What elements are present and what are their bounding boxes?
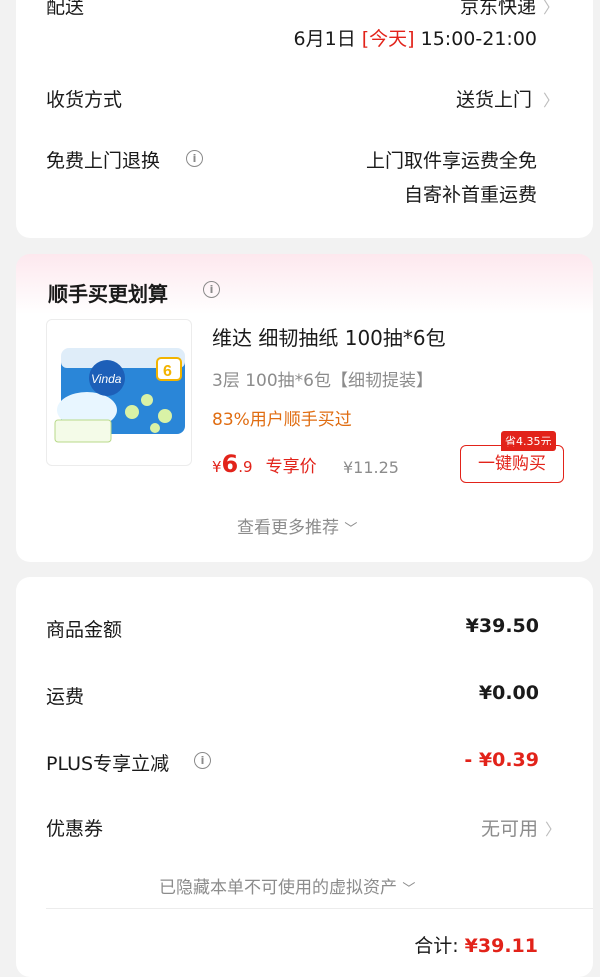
chevron-right-icon: 〉 (542, 0, 559, 17)
product-name[interactable]: 维达 细韧抽纸 100抽*6包 (212, 322, 446, 351)
info-icon[interactable]: i (186, 150, 203, 167)
chevron-down-icon: ﹀ (402, 882, 416, 897)
total-label: 合计: (414, 935, 459, 957)
product-price: ¥6.9 专享价 (212, 450, 317, 478)
price-tag: 专享价 (265, 457, 317, 477)
chevron-right-icon: 〉 (542, 91, 559, 110)
free-return-line2: 自寄补首重运费 (403, 184, 537, 206)
delivery-date: 6月1日 (293, 28, 356, 50)
section-title: 顺手买更划算 (48, 282, 168, 306)
original-price: ¥11.25 (343, 458, 399, 477)
delivery-card: 配送 京东快递 〉 6月1日 [今天] 15:00-21:00 收货方式 送货上… (16, 0, 593, 238)
coupon-value[interactable]: 无可用 (481, 814, 538, 841)
delivery-window: 15:00-21:00 (420, 28, 537, 50)
free-return-label: 免费上门退换 (46, 150, 161, 172)
product-spec: 3层 100抽*6包【细韧提装】 (212, 371, 433, 391)
delivery-label: 配送 (46, 0, 85, 18)
hidden-assets-link[interactable]: 已隐藏本单不可使用的虚拟资产 ﹀ (159, 873, 415, 898)
plus-discount-value: - ¥0.39 (464, 749, 539, 771)
coupon-label: 优惠券 (46, 818, 104, 840)
total: 合计: ¥39.11 (414, 931, 538, 958)
receive-method-label: 收货方式 (46, 89, 123, 111)
chevron-right-icon: 〉 (544, 820, 561, 839)
product-social-proof: 83%用户顺手买过 (212, 410, 352, 430)
goods-amount-value: ¥39.50 (465, 615, 539, 637)
chevron-down-icon: ﹀ (344, 522, 358, 537)
image-count-text: 6 (163, 363, 172, 380)
more-recommend-link[interactable]: 查看更多推荐 ﹀ (237, 513, 357, 538)
info-icon[interactable]: i (203, 281, 220, 298)
buy-button[interactable]: 一键购买 (460, 445, 564, 483)
free-return-line1: 上门取件享运费全免 (365, 150, 537, 172)
receive-method-value[interactable]: 送货上门 (456, 85, 532, 112)
info-icon[interactable]: i (194, 752, 211, 769)
divider (46, 908, 593, 909)
addon-card: 顺手买更划算 i 6 Vinda 维达 细韧抽纸 100抽*6包 3层 100抽… (16, 254, 593, 562)
shipping-value: ¥0.00 (478, 682, 539, 704)
goods-amount-label: 商品金额 (46, 619, 123, 641)
product-image[interactable]: 6 Vinda (46, 319, 192, 466)
image-brand-text: Vinda (91, 372, 122, 386)
delivery-carrier[interactable]: 京东快递 (460, 0, 536, 19)
shipping-label: 运费 (46, 686, 85, 708)
summary-card: 商品金额 ¥39.50 运费 ¥0.00 PLUS专享立减 i - ¥0.39 … (16, 577, 593, 977)
total-value: ¥39.11 (464, 935, 538, 957)
tissue-pack-illustration: 6 Vinda (54, 348, 185, 443)
today-tag: [今天] (361, 28, 415, 50)
delivery-time[interactable]: 6月1日 [今天] 15:00-21:00 (294, 24, 537, 51)
plus-discount-label: PLUS专享立减 (46, 753, 170, 775)
